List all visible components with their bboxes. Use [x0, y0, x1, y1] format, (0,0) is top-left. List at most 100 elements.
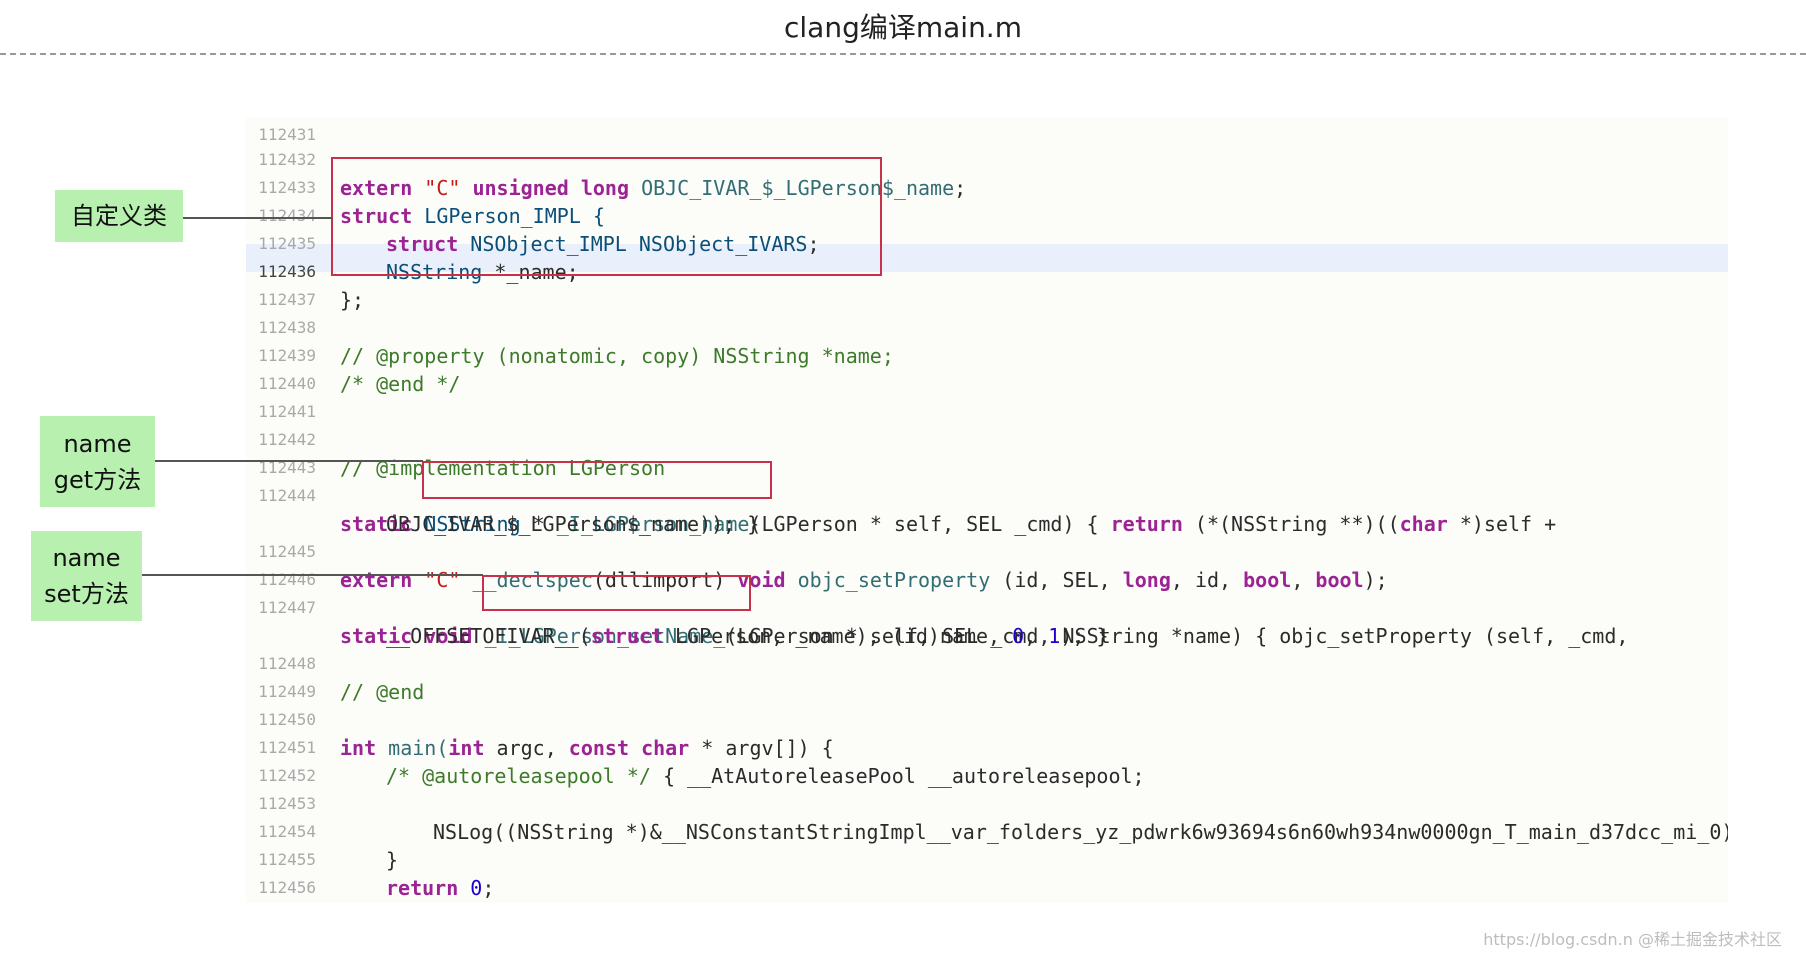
number-literal: 1	[1048, 624, 1061, 648]
code-text: NSString *_name;	[386, 258, 579, 286]
code-line-112445: 112445 extern "C" __declspec(dllimport) …	[246, 510, 1387, 592]
code-fragment: *_name;	[482, 260, 579, 284]
punctuation: ); }	[1060, 624, 1109, 648]
code-line-112440: 112440	[246, 342, 316, 393]
code-text: int main(int argc, const char * argv[]) …	[340, 734, 834, 762]
comment: /* @autoreleasepool */	[386, 764, 651, 788]
code-editor[interactable]: 112431 112432 extern "C" unsigned long O…	[246, 117, 1728, 903]
getter-method-label: name get方法	[40, 416, 155, 507]
number-literal: 0	[470, 876, 483, 900]
code-fragment: __OFFSETOFIVAR__(	[386, 624, 591, 648]
string-literal: "C"	[424, 568, 461, 592]
keyword: extern	[340, 568, 413, 592]
code-line-112453: 112453 NSLog((NSString *)&__NSConstantSt…	[246, 762, 1728, 844]
code-fragment: , id,	[1170, 568, 1244, 592]
keyword: bool	[1315, 568, 1364, 592]
code-fragment: * argv[]) {	[689, 736, 834, 760]
comment: // @implementation LGPerson	[340, 456, 666, 480]
code-line-112450: 112450 int main(int argc, const char * a…	[246, 678, 834, 760]
code-line-112454: 112454 }	[246, 790, 398, 872]
code-line-112448: 112448 // @end	[246, 622, 424, 704]
keyword: struct	[590, 624, 663, 648]
code-fragment: argc,	[484, 736, 569, 760]
code-text: return 0;	[386, 874, 494, 902]
code-line-112444: 112444 static NSString * _I_LGPerson_nam…	[246, 454, 1556, 536]
code-fragment: (*(NSString **)((	[1182, 512, 1400, 536]
keyword: void	[737, 568, 786, 592]
keyword: int	[340, 736, 377, 760]
code-line-112443: 112443	[246, 426, 316, 477]
code-line-112452: 112452	[246, 734, 316, 785]
code-line-112457: 112457	[246, 877, 294, 903]
string-literal: "C"	[424, 176, 461, 200]
punctuation: ;	[482, 876, 495, 900]
code-line-112456: 112456 }	[246, 846, 316, 897]
type-name: NSString	[386, 260, 483, 284]
setter-connector-line	[142, 574, 483, 576]
code-line-112442: 112442 // @implementation LGPerson	[246, 398, 665, 480]
keyword: bool	[1243, 568, 1292, 592]
code-line-112433: 112433 struct LGPerson_IMPL {	[246, 146, 605, 228]
punctuation: );	[1363, 568, 1388, 592]
code-line-112451: 112451 /* @autoreleasepool */ { __AtAuto…	[246, 706, 1144, 788]
code-line-112447: 112447 static void _I_LGPerson_setName_(…	[246, 566, 1628, 648]
comment: // @end	[340, 680, 425, 704]
code-text: }	[340, 902, 352, 903]
code-fragment: { __AtAutoreleasePool __autoreleasepool;	[650, 764, 1145, 788]
identifier: __declspec	[472, 568, 593, 592]
code-line-112434: 112434 struct NSObject_IMPL NSObject_IVA…	[246, 174, 819, 256]
code-line-112438: 112438 // @property (nonatomic, copy) NS…	[246, 286, 894, 368]
code-line-112436: 112436 };	[246, 230, 364, 312]
function-name: main(	[376, 736, 449, 760]
punctuation: ;	[954, 176, 967, 200]
keyword: extern	[340, 176, 413, 200]
code-fragment: (dllimport)	[592, 568, 738, 592]
keyword: long	[580, 176, 630, 200]
code-fragment: (LGPerson * self, SEL _cmd) {	[749, 512, 1111, 536]
keyword: struct	[386, 232, 459, 256]
title-divider	[0, 53, 1806, 55]
code-line-112447-wrap: __OFFSETOFIVAR__(struct LGPerson, _name)…	[246, 594, 1109, 648]
keyword: char	[641, 736, 690, 760]
keyword: long	[1122, 568, 1171, 592]
watermark: https://blog.csdn.n @稀土掘金技术社区	[1483, 930, 1782, 949]
code-text: /* @autoreleasepool */ { __AtAutorelease…	[386, 762, 1145, 790]
punctuation: ,	[1024, 624, 1049, 648]
code-line-112449: 112449	[246, 650, 316, 701]
code-text: struct NSObject_IMPL NSObject_IVARS;	[386, 230, 820, 258]
code-fragment: (id, SEL,	[990, 568, 1123, 592]
code-text: extern "C" __declspec(dllimport) void ob…	[340, 566, 1388, 594]
code-line-112455: 112455 return 0;	[246, 818, 494, 900]
code-line-112435: 112435 NSString *_name;	[246, 202, 578, 284]
punctuation: ;	[807, 232, 820, 256]
code-line-112432: 112432 extern "C" unsigned long OBJC_IVA…	[246, 118, 966, 200]
code-fragment: *)self +	[1447, 512, 1557, 536]
code-line-112437: 112437	[246, 258, 316, 309]
keyword: struct	[340, 204, 413, 228]
code-text: __OFFSETOFIVAR__(struct LGPerson, _name)…	[386, 622, 1109, 650]
code-text: extern "C" unsigned long OBJC_IVAR_$_LGP…	[340, 174, 966, 202]
setter-method-label: name set方法	[31, 531, 142, 621]
custom-class-label: 自定义类	[55, 190, 183, 242]
code-text: struct LGPerson_IMPL {	[340, 202, 605, 230]
punctuation: ,	[1291, 568, 1316, 592]
code-line-112444-wrap: OBJC_IVAR_$_LGPerson$_name)); }	[246, 482, 759, 536]
number-literal: 0	[1012, 624, 1025, 648]
keyword: unsigned	[472, 176, 569, 200]
function-name: objc_setProperty	[797, 568, 991, 592]
keyword: const	[568, 736, 630, 760]
identifier: OBJC_IVAR_$_LGPerson$_name	[641, 176, 955, 200]
keyword: int	[448, 736, 485, 760]
keyword: return	[386, 876, 459, 900]
keyword: return	[1110, 512, 1183, 536]
code-text: }	[386, 848, 399, 872]
page-title: clang编译main.m	[784, 11, 1022, 44]
comment: // @property (nonatomic, copy) NSString …	[340, 344, 894, 368]
custom-class-connector-line	[183, 217, 333, 219]
code-text: OBJC_IVAR_$_LGPerson$_name)); }	[386, 512, 760, 536]
code-text: };	[340, 288, 365, 312]
code-text: NSLog((NSString *)&__NSConstantStringImp…	[433, 820, 1728, 844]
code-line-112446: 112446	[246, 538, 316, 589]
getter-connector-line	[155, 460, 423, 462]
